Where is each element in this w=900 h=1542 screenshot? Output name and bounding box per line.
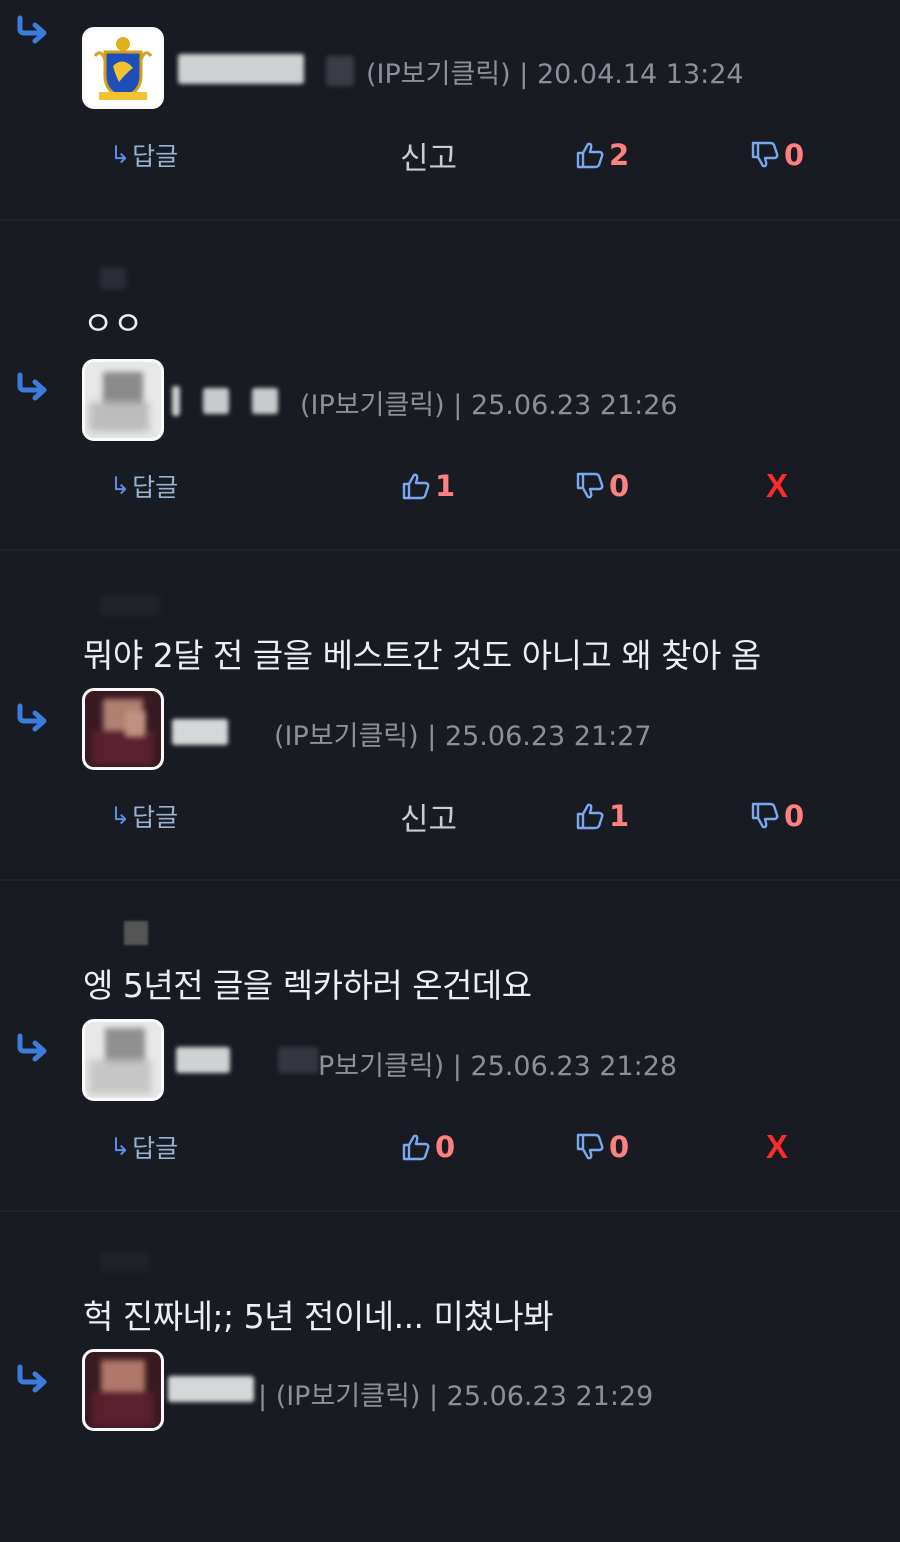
comment-meta: (IP보기클릭) | 25.06.23 21:27 bbox=[274, 714, 652, 753]
thumbs-up-icon bbox=[575, 140, 605, 170]
thumbs-down-icon bbox=[575, 471, 605, 501]
comment-meta: (IP보기클릭) | 25.06.23 21:26 bbox=[300, 383, 678, 422]
reply-arrow-icon bbox=[14, 1364, 50, 1394]
dislike-count: 0 bbox=[784, 138, 805, 172]
reply-arrow-icon bbox=[14, 703, 50, 733]
like-count: 0 bbox=[435, 1130, 456, 1164]
comment-text: 엥 5년전 글을 렉카하러 온건데요 bbox=[83, 966, 532, 1005]
like-button[interactable]: 1 bbox=[401, 464, 455, 508]
reply-button[interactable]: ↳ 답글 bbox=[110, 133, 178, 177]
reply-label: 답글 bbox=[132, 142, 179, 171]
nickname-blurred bbox=[168, 1376, 254, 1402]
like-count: 2 bbox=[609, 138, 630, 172]
meta-divider: | bbox=[258, 1381, 276, 1412]
ip-view-link[interactable]: (IP보기클릭) bbox=[276, 1381, 421, 1412]
dislike-count: 0 bbox=[609, 469, 630, 503]
comment-item: 뭐야 2달 전 글을 베스트간 것도 아니고 왜 찾아 옴 (IP보기클릭) |… bbox=[0, 551, 900, 881]
meta-divider: | bbox=[519, 59, 537, 90]
report-button[interactable]: 신고 bbox=[400, 133, 457, 177]
nickname-blurred bbox=[203, 388, 229, 414]
nickname-blurred bbox=[278, 1047, 318, 1073]
like-button[interactable]: 2 bbox=[575, 133, 629, 177]
thumbs-up-icon bbox=[401, 471, 431, 501]
comment-date: 25.06.23 21:28 bbox=[470, 1051, 678, 1082]
comment-date: 25.06.23 21:27 bbox=[444, 721, 652, 752]
comment-actions: ↳ 답글 0 0 X bbox=[0, 1125, 900, 1169]
ip-view-link[interactable]: (IP보기클릭) bbox=[274, 721, 419, 752]
nickname-blurred bbox=[172, 719, 228, 745]
reply-icon: ↳ bbox=[110, 141, 131, 169]
ip-view-link[interactable]: (IP보기클릭) bbox=[300, 390, 445, 421]
comment-actions: ↳ 답글 신고 1 0 bbox=[0, 794, 900, 838]
comment-text: ㅇㅇ bbox=[83, 304, 143, 343]
reply-icon: ↳ bbox=[110, 472, 131, 500]
comment-actions: ↳ 답글 신고 2 0 bbox=[0, 133, 900, 177]
ip-view-link[interactable]: P보기클릭) bbox=[318, 1051, 444, 1082]
reply-arrow-icon bbox=[14, 372, 50, 402]
thumbs-down-icon bbox=[575, 1132, 605, 1162]
reply-label: 답글 bbox=[132, 473, 179, 502]
dislike-button[interactable]: 0 bbox=[750, 133, 804, 177]
ip-view-link[interactable]: (IP보기클릭) bbox=[366, 59, 511, 90]
thumbs-down-icon bbox=[750, 140, 780, 170]
nickname-blurred bbox=[326, 56, 354, 86]
comment-date: 25.06.23 21:26 bbox=[470, 390, 678, 421]
comment-item: ㅇㅇ (IP보기클릭) | 25.06.23 21:26 ↳ 답글 1 0 X bbox=[0, 221, 900, 551]
meta-divider: | bbox=[428, 1381, 447, 1412]
comment-item: 헉 진짜네;; 5년 전이네... 미쳤나봐 | (IP보기클릭) | 25.0… bbox=[0, 1212, 900, 1542]
reply-button[interactable]: ↳ 답글 bbox=[110, 464, 178, 508]
reply-arrow-icon bbox=[14, 1033, 50, 1063]
thumbs-up-icon bbox=[401, 1132, 431, 1162]
delete-button[interactable]: X bbox=[766, 464, 788, 508]
faded-nickname bbox=[100, 1252, 150, 1272]
avatar[interactable] bbox=[82, 1019, 164, 1101]
dislike-button[interactable]: 0 bbox=[575, 1125, 629, 1169]
thumbs-up-icon bbox=[575, 801, 605, 831]
comment-meta: (IP보기클릭) | 20.04.14 13:24 bbox=[366, 52, 744, 91]
thumbs-down-icon bbox=[750, 801, 780, 831]
delete-button[interactable]: X bbox=[766, 1125, 788, 1169]
crest-avatar-icon bbox=[85, 30, 161, 106]
comment-text: 뭐야 2달 전 글을 베스트간 것도 아니고 왜 찾아 옴 bbox=[83, 636, 761, 675]
reply-label: 답글 bbox=[132, 1134, 179, 1163]
comment-text: 헉 진짜네;; 5년 전이네... 미쳤나봐 bbox=[83, 1297, 553, 1336]
comment-date: 25.06.23 21:29 bbox=[446, 1381, 654, 1412]
comment-item: (IP보기클릭) | 20.04.14 13:24 ↳ 답글 신고 2 0 bbox=[0, 0, 900, 220]
like-count: 1 bbox=[609, 799, 630, 833]
comment-meta: P보기클릭) | 25.06.23 21:28 bbox=[318, 1044, 677, 1083]
reply-label: 답글 bbox=[132, 803, 179, 832]
reply-icon: ↳ bbox=[110, 1133, 131, 1161]
avatar[interactable] bbox=[82, 359, 164, 441]
avatar[interactable] bbox=[82, 688, 164, 770]
comment-actions: ↳ 답글 1 0 X bbox=[0, 464, 900, 508]
faded-nickname bbox=[124, 921, 148, 945]
faded-nickname bbox=[100, 595, 160, 615]
nickname-blurred bbox=[176, 1047, 230, 1073]
nickname-blurred bbox=[172, 386, 180, 416]
nickname-blurred bbox=[252, 388, 278, 414]
comment-date: 20.04.14 13:24 bbox=[536, 59, 744, 90]
reply-icon: ↳ bbox=[110, 802, 131, 830]
meta-divider: | bbox=[452, 1051, 471, 1082]
reply-button[interactable]: ↳ 답글 bbox=[110, 794, 178, 838]
comment-item: 엥 5년전 글을 렉카하러 온건데요 P보기클릭) | 25.06.23 21:… bbox=[0, 881, 900, 1211]
like-count: 1 bbox=[435, 469, 456, 503]
dislike-count: 0 bbox=[609, 1130, 630, 1164]
nickname-blurred bbox=[178, 54, 304, 84]
reply-button[interactable]: ↳ 답글 bbox=[110, 1125, 178, 1169]
like-button[interactable]: 1 bbox=[575, 794, 629, 838]
avatar[interactable] bbox=[82, 1349, 164, 1431]
dislike-button[interactable]: 0 bbox=[750, 794, 804, 838]
dislike-button[interactable]: 0 bbox=[575, 464, 629, 508]
faded-nickname bbox=[100, 267, 126, 289]
avatar[interactable] bbox=[82, 27, 164, 109]
meta-divider: | bbox=[427, 721, 445, 752]
dislike-count: 0 bbox=[784, 799, 805, 833]
comment-meta: | (IP보기클릭) | 25.06.23 21:29 bbox=[258, 1374, 653, 1413]
like-button[interactable]: 0 bbox=[401, 1125, 455, 1169]
reply-arrow-icon bbox=[14, 15, 50, 45]
meta-divider: | bbox=[453, 390, 471, 421]
report-button[interactable]: 신고 bbox=[400, 794, 457, 838]
